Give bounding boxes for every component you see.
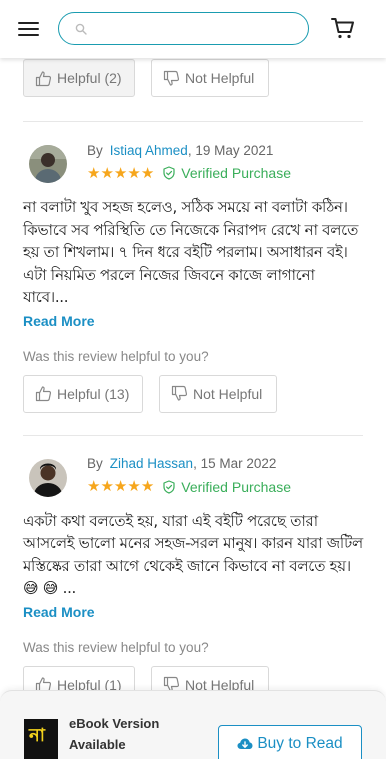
star-icon: ★ <box>113 478 128 495</box>
not-helpful-label: Not Helpful <box>185 70 255 86</box>
search-icon <box>75 23 87 35</box>
buy-to-read-button[interactable]: Buy to Read <box>218 725 362 759</box>
verified-label: Verified Purchase <box>181 165 291 181</box>
ebook-cover-text: না <box>29 725 45 746</box>
not-helpful-button[interactable]: Not Helpful <box>151 59 269 97</box>
cart-icon[interactable] <box>331 17 355 39</box>
review-card: By Zihad Hassan , 15 Mar 2022 ★ ★ ★ ★ ★ Veri… <box>23 436 363 698</box>
thumbs-up-icon <box>35 386 52 402</box>
review-text: একটা কথা বলতেই হয়, যারা এই বইটি পরেছে ত… <box>23 511 363 598</box>
star-icon: ★ <box>127 478 141 495</box>
star-icon: ★ <box>140 478 155 495</box>
verified-badge: Verified Purchase <box>162 479 291 495</box>
ebook-footer-bar: না eBook Version Available Buy to Read <box>0 690 386 759</box>
helpful-button[interactable]: Helpful (13) <box>23 374 143 413</box>
star-icon: ★ <box>100 478 114 495</box>
star-icon: ★ <box>87 478 101 495</box>
ebook-available-label: eBook Version Available <box>69 716 160 752</box>
review-author-link[interactable]: Istiaq Ahmed <box>110 143 188 158</box>
read-more-link[interactable]: Read More <box>23 313 95 329</box>
previous-review-vote-row: Helpful (2) Not Helpful <box>23 59 363 97</box>
thumbs-down-icon <box>163 70 180 86</box>
hamburger-icon[interactable] <box>18 21 40 37</box>
read-more-link[interactable]: Read More <box>23 604 95 620</box>
star-icon: ★ <box>140 164 155 182</box>
shield-check-icon <box>163 479 175 494</box>
avatar <box>29 145 67 183</box>
review-card: By Istiaq Ahmed , 19 May 2021 ★ ★ ★ ★ ★ Veri… <box>23 122 363 413</box>
star-icon: ★ <box>127 164 141 182</box>
not-helpful-button[interactable]: Not Helpful <box>159 374 277 413</box>
review-author-link[interactable]: Zihad Hassan <box>110 456 193 471</box>
review-date: , 15 Mar 2022 <box>193 456 277 471</box>
review-text: না বলাটা খুব সহজ হলেও, সঠিক সময়ে না বলা… <box>23 198 359 306</box>
star-rating: ★ ★ ★ ★ ★ <box>87 479 154 494</box>
star-icon: ★ <box>87 164 101 182</box>
shield-check-icon <box>163 166 175 180</box>
buy-to-read-label: Buy to Read <box>257 735 343 752</box>
search-bar[interactable] <box>58 12 309 45</box>
by-label: By <box>87 456 103 471</box>
avatar <box>29 458 67 497</box>
helpful-question: Was this review helpful to you? <box>23 348 209 364</box>
thumbs-down-icon <box>171 385 188 401</box>
thumbs-up-icon <box>35 70 52 86</box>
ebook-cover-thumbnail: না <box>24 719 58 759</box>
star-icon: ★ <box>100 164 114 182</box>
review-date: , 19 May 2021 <box>187 142 274 158</box>
top-header <box>0 0 386 58</box>
helpful-label: Helpful (2) <box>57 70 122 86</box>
helpful-question: Was this review helpful to you? <box>23 639 209 655</box>
verified-badge: Verified Purchase <box>162 165 291 181</box>
helpful-button[interactable]: Helpful (2) <box>23 59 135 97</box>
not-helpful-label: Not Helpful <box>193 385 263 402</box>
reviews-list: Helpful (2) Not Helpful By Istiaq Ahmed <box>0 58 386 698</box>
star-rating: ★ ★ ★ ★ ★ <box>87 166 154 181</box>
search-input[interactable] <box>95 20 308 37</box>
by-label: By <box>87 142 103 158</box>
cloud-download-icon <box>237 738 253 749</box>
verified-label: Verified Purchase <box>181 478 291 495</box>
star-icon: ★ <box>113 164 128 182</box>
helpful-label: Helpful (13) <box>57 385 130 402</box>
